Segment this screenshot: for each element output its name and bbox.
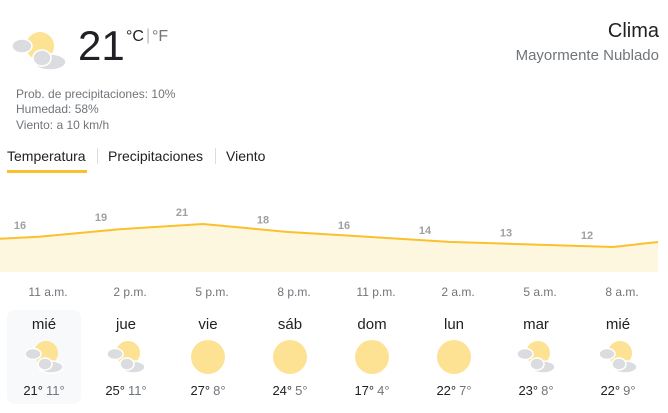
tab-divider <box>97 148 98 164</box>
tab-wind[interactable]: Viento <box>226 147 265 173</box>
weather-title: Clima <box>607 20 659 42</box>
forecast-day[interactable]: vie 27° 8° <box>171 310 245 404</box>
partly-cloudy-icon <box>24 338 64 376</box>
day-temperatures: 21° 11° <box>7 383 81 398</box>
day-temperatures: 27° 8° <box>171 383 245 398</box>
low-temp: 9° <box>623 383 636 398</box>
low-temp: 8° <box>213 383 226 398</box>
forecast-day[interactable]: jue 25° 11° <box>89 310 163 404</box>
tab-precipitation[interactable]: Precipitaciones <box>108 147 203 173</box>
low-temp: 5° <box>295 383 308 398</box>
weather-condition: Mayormente Nublado <box>515 47 659 64</box>
day-name: dom <box>357 316 387 333</box>
time-label: 8 p.m. <box>277 285 311 299</box>
unit-fahrenheit[interactable]: °F <box>152 28 168 46</box>
high-temp: 24° <box>272 383 293 398</box>
time-label: 2 p.m. <box>113 285 147 299</box>
day-name: mié <box>31 316 57 333</box>
temperature-value-label: 16 <box>338 220 350 232</box>
temperature-value-label: 19 <box>95 212 107 224</box>
day-name: mié <box>605 316 631 333</box>
precipitation-probability: Prob. de precipitaciones: 10% <box>16 87 176 101</box>
unit-celsius[interactable]: °C <box>126 28 144 46</box>
unit-separator: | <box>146 27 151 44</box>
day-temperatures: 23° 8° <box>499 383 573 398</box>
current-temperature: 21 <box>78 22 125 69</box>
sunny-icon <box>271 338 309 376</box>
day-name: vie <box>198 316 218 333</box>
forecast-day[interactable]: lun 22° 7° <box>417 310 491 404</box>
sunny-icon <box>189 338 227 376</box>
low-temp: 8° <box>541 383 554 398</box>
low-temp: 4° <box>377 383 390 398</box>
tab-divider <box>215 148 216 164</box>
high-temp: 21° <box>23 383 43 398</box>
day-name: mar <box>523 316 549 333</box>
high-temp: 17° <box>354 383 375 398</box>
day-name: jue <box>115 316 137 333</box>
day-temperatures: 25° 11° <box>89 383 163 398</box>
temperature-value-label: 16 <box>14 220 26 232</box>
high-temp: 27° <box>190 383 211 398</box>
high-temp: 23° <box>518 383 539 398</box>
forecast-day[interactable]: dom 17° 4° <box>335 310 409 404</box>
day-name: lun <box>443 316 465 333</box>
temperature-value-label: 21 <box>176 207 188 219</box>
sunny-icon <box>435 338 473 376</box>
low-temp: 11° <box>45 383 65 398</box>
sunny-icon <box>353 338 391 376</box>
partly-cloudy-icon <box>106 338 146 376</box>
time-label: 2 a.m. <box>441 285 475 299</box>
tab-temperature[interactable]: Temperatura <box>7 147 87 173</box>
forecast-day[interactable]: mié 21° 11° <box>7 310 81 404</box>
high-temp: 22° <box>600 383 621 398</box>
time-label: 11 a.m. <box>28 285 68 299</box>
day-temperatures: 17° 4° <box>335 383 409 398</box>
forecast-day[interactable]: mar 23° 8° <box>499 310 573 404</box>
temperature-value-label: 18 <box>257 215 269 227</box>
forecast-day[interactable]: mié 22° 9° <box>581 310 655 404</box>
temperature-value-label: 12 <box>581 230 593 242</box>
time-label: 5 a.m. <box>523 285 557 299</box>
forecast-day[interactable]: sáb 24° 5° <box>253 310 327 404</box>
partly-cloudy-icon <box>598 338 638 376</box>
low-temp: 11° <box>127 383 147 398</box>
time-label: 5 p.m. <box>195 285 229 299</box>
partly-cloudy-icon <box>516 338 556 376</box>
high-temp: 22° <box>436 383 457 398</box>
partly-cloudy-icon <box>11 32 67 71</box>
low-temp: 7° <box>459 383 472 398</box>
time-label: 8 a.m. <box>605 285 639 299</box>
temperature-value-label: 13 <box>500 227 512 239</box>
temperature-chart: 16 19 21 18 16 14 13 12 <box>0 207 659 272</box>
time-label: 11 p.m. <box>356 285 396 299</box>
humidity: Humedad: 58% <box>16 102 99 116</box>
day-name: sáb <box>277 316 303 333</box>
day-temperatures: 22° 9° <box>581 383 655 398</box>
day-temperatures: 22° 7° <box>417 383 491 398</box>
wind-speed: Viento: a 10 km/h <box>16 118 110 132</box>
high-temp: 25° <box>105 383 125 398</box>
temperature-value-label: 14 <box>419 225 432 237</box>
day-temperatures: 24° 5° <box>253 383 327 398</box>
